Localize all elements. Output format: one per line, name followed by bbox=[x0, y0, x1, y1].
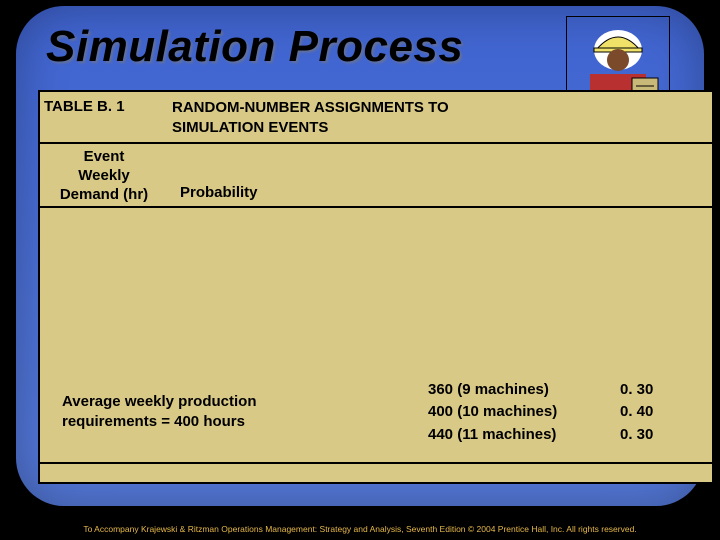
scenario-desc: 400 (10 machines) bbox=[428, 402, 620, 422]
scenario-row: 400 (10 machines) 0. 40 bbox=[428, 402, 680, 422]
rule-bottom bbox=[40, 462, 712, 464]
table-panel: TABLE B. 1 RANDOM-NUMBER ASSIGNMENTS TO … bbox=[38, 90, 714, 484]
table-title: RANDOM-NUMBER ASSIGNMENTS TO SIMULATION … bbox=[172, 98, 502, 137]
average-note: Average weekly production requirements =… bbox=[62, 392, 322, 431]
column-header-probability: Probability bbox=[180, 184, 258, 201]
scenario-prob: 0. 40 bbox=[620, 402, 680, 422]
slide-background: Simulation Process TABLE B. 1 RANDOM-NUM… bbox=[16, 6, 704, 506]
rule-header bbox=[40, 206, 712, 208]
rule-top bbox=[40, 142, 712, 144]
scenario-desc: 440 (11 machines) bbox=[428, 425, 620, 445]
scenario-prob: 0. 30 bbox=[620, 425, 680, 445]
column-header-event: Event Weekly Demand (hr) bbox=[44, 148, 164, 204]
scenario-desc: 360 (9 machines) bbox=[428, 380, 620, 400]
scenario-row: 440 (11 machines) 0. 30 bbox=[428, 425, 680, 445]
col1-line1: Event Weekly Demand (hr) bbox=[60, 148, 148, 203]
scenario-prob: 0. 30 bbox=[620, 380, 680, 400]
scenario-row: 360 (9 machines) 0. 30 bbox=[428, 380, 680, 400]
table-number: TABLE B. 1 bbox=[44, 98, 125, 115]
slide-title: Simulation Process bbox=[46, 22, 463, 72]
copyright-footer: To Accompany Krajewski & Ritzman Operati… bbox=[0, 524, 720, 534]
scenario-list: 360 (9 machines) 0. 30 400 (10 machines)… bbox=[428, 380, 680, 447]
